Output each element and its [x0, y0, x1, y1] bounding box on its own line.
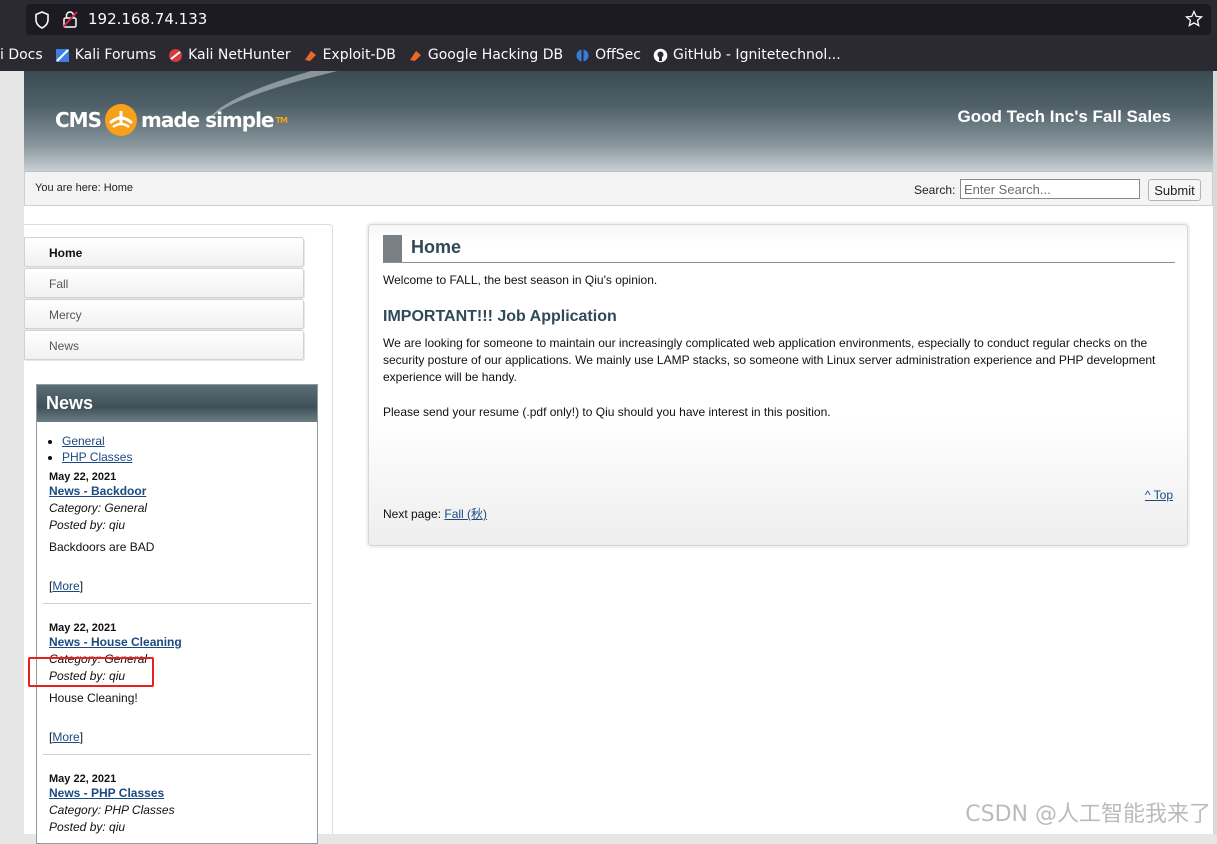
bookmark-exploit-db[interactable]: Exploit-DB [303, 47, 396, 63]
news-author: Posted by: qiu [49, 821, 317, 834]
more-link[interactable]: More [52, 579, 79, 593]
news-more: [More] [49, 579, 317, 593]
search-label: Search: [914, 183, 955, 197]
next-page: Next page: Fall (秋) [383, 505, 487, 522]
bookmark-star-icon[interactable] [1185, 10, 1203, 28]
divider [43, 754, 311, 755]
news-summary: House Cleaning! [49, 691, 317, 705]
news-summary: Backdoors are BAD [49, 540, 317, 554]
news-category: Category: PHP Classes [49, 804, 317, 817]
news-entry: May 22, 2021 News - Backdoor Category: G… [37, 471, 317, 593]
section-heading: IMPORTANT!!! Job Application [383, 308, 1175, 326]
bookmark-ghdb[interactable]: Google Hacking DB [408, 47, 563, 63]
content-body: Home Welcome to FALL, the best season in… [383, 234, 1175, 421]
sidebar: Home Fall Mercy News News General PHP Cl… [24, 224, 333, 834]
news-category: Category: General [49, 502, 317, 515]
site-header: CMS made simple TM Good Tech Inc's Fall … [24, 71, 1213, 171]
url-text[interactable]: 192.168.74.133 [88, 10, 207, 28]
category-link-php-classes[interactable]: PHP Classes [62, 450, 132, 464]
job-paragraph: We are looking for someone to maintain o… [383, 335, 1175, 386]
site-title: Good Tech Inc's Fall Sales [958, 107, 1171, 127]
back-to-top-link[interactable]: ^ Top [1145, 488, 1173, 502]
exploitdb-icon [303, 48, 318, 63]
welcome-text: Welcome to FALL, the best season in Qiu'… [383, 272, 1175, 289]
browser-toolbar: 192.168.74.133 i Docs Kali Forums Kali N… [0, 0, 1217, 71]
ghdb-icon [408, 48, 423, 63]
divider [43, 603, 311, 604]
news-title-link[interactable]: News - Backdoor [49, 484, 317, 498]
news-more: [More] [49, 730, 317, 744]
bookmark-kali-forums[interactable]: Kali Forums [55, 47, 156, 63]
insecure-lock-icon[interactable] [61, 10, 79, 28]
menu-item-fall[interactable]: Fall [24, 268, 304, 298]
bookmarks-bar: i Docs Kali Forums Kali NetHunter Exploi… [0, 40, 1217, 70]
offsec-icon [575, 48, 590, 63]
title-bar-decoration [383, 235, 402, 262]
menu-item-news[interactable]: News [24, 330, 304, 360]
bookmark-github[interactable]: GitHub - Ignitetechnol... [653, 47, 841, 63]
shield-icon[interactable] [34, 11, 50, 29]
bookmark-docs[interactable]: i Docs [0, 47, 43, 63]
logo-sun-icon [104, 103, 138, 137]
main-content: Home Welcome to FALL, the best season in… [368, 224, 1188, 546]
news-date: May 22, 2021 [49, 622, 317, 634]
bookmark-offsec[interactable]: OffSec [575, 47, 641, 63]
cms-logo[interactable]: CMS made simple TM [55, 103, 287, 137]
news-heading: News [37, 385, 317, 422]
main-menu: Home Fall Mercy News [24, 237, 304, 361]
news-title-link[interactable]: News - PHP Classes [49, 786, 317, 800]
news-categories: General PHP Classes [62, 433, 317, 465]
category-link-general[interactable]: General [62, 434, 105, 448]
watermark: CSDN @人工智能我来了 [965, 796, 1211, 828]
search-submit-button[interactable]: Submit [1148, 179, 1201, 201]
nethunter-icon [168, 48, 183, 63]
next-page-link[interactable]: Fall (秋) [444, 507, 487, 521]
menu-item-home[interactable]: Home [24, 237, 304, 267]
news-title-link[interactable]: News - House Cleaning [49, 635, 317, 649]
news-author: Posted by: qiu [49, 519, 317, 532]
page-title-block: Home [383, 234, 1175, 263]
kali-icon [55, 48, 70, 63]
news-date: May 22, 2021 [49, 471, 317, 483]
breadcrumb-bar: You are here: Home Search: Submit [24, 171, 1213, 206]
list-item: General [62, 433, 317, 449]
address-bar[interactable]: 192.168.74.133 [26, 4, 1211, 35]
page-title: Home [411, 237, 461, 258]
github-icon [653, 48, 668, 63]
bookmark-kali-nethunter[interactable]: Kali NetHunter [168, 47, 290, 63]
news-box: News General PHP Classes May 22, 2021 Ne… [36, 384, 318, 844]
menu-item-mercy[interactable]: Mercy [24, 299, 304, 329]
web-page: CMS made simple TM Good Tech Inc's Fall … [24, 71, 1213, 834]
search-input[interactable] [960, 179, 1140, 199]
more-link[interactable]: More [52, 730, 79, 744]
next-page-label: Next page: [383, 507, 441, 521]
page-scrollbar[interactable] [1213, 71, 1217, 834]
list-item: PHP Classes [62, 449, 317, 465]
breadcrumb: You are here: Home [35, 182, 133, 194]
resume-paragraph: Please send your resume (.pdf only!) to … [383, 404, 1175, 421]
annotation-highlight-box [28, 657, 154, 687]
news-date: May 22, 2021 [49, 773, 317, 785]
news-entry: May 22, 2021 News - PHP Classes Category… [37, 773, 317, 834]
